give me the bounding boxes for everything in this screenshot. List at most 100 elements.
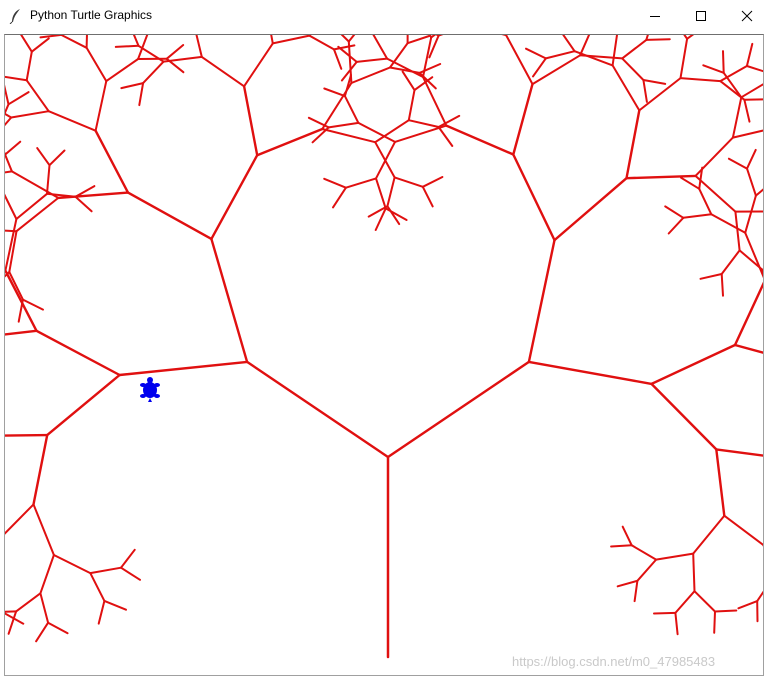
branch: [406, 35, 431, 45]
branch: [32, 503, 55, 556]
branch: [746, 167, 757, 197]
maximize-button[interactable]: [678, 0, 724, 31]
branch: [5, 75, 28, 82]
branch: [621, 57, 645, 81]
branch: [200, 55, 246, 88]
branch: [337, 45, 358, 63]
branch: [679, 77, 722, 83]
branch: [46, 164, 51, 195]
close-button[interactable]: [724, 0, 770, 31]
branch: [692, 552, 696, 593]
branch: [39, 592, 50, 624]
branch: [625, 174, 697, 180]
branch: [35, 621, 50, 643]
branch: [74, 195, 93, 213]
branch: [5, 329, 38, 336]
branch: [355, 57, 389, 63]
branch: [39, 35, 63, 39]
branch: [10, 110, 50, 119]
branch: [636, 558, 658, 582]
branch: [645, 38, 671, 41]
branch: [85, 35, 88, 49]
branch: [5, 116, 13, 127]
branch: [692, 514, 726, 555]
branch: [407, 119, 440, 128]
branch: [754, 188, 763, 197]
branch: [650, 343, 737, 386]
branch: [165, 44, 185, 60]
branch: [683, 35, 689, 40]
branch: [610, 544, 633, 548]
branch: [118, 360, 249, 377]
branch: [394, 124, 448, 143]
branch: [667, 216, 685, 235]
branch: [737, 600, 759, 610]
branch: [430, 35, 437, 39]
branch: [39, 554, 55, 595]
branch: [25, 50, 33, 82]
branch: [422, 76, 448, 127]
branch: [344, 177, 377, 189]
branch: [625, 109, 641, 180]
branch: [332, 186, 347, 209]
window-title: Python Turtle Graphics: [30, 8, 153, 22]
branch: [421, 185, 434, 208]
watermark: https://blog.csdn.net/m0_47985483: [512, 654, 716, 669]
branch: [372, 35, 389, 60]
branch: [630, 544, 658, 561]
minimize-icon: [650, 15, 660, 17]
branch: [15, 192, 48, 220]
branch: [10, 170, 60, 199]
branch: [407, 89, 416, 122]
branch: [727, 157, 748, 170]
branch: [740, 83, 763, 99]
branch: [5, 503, 35, 535]
title-bar[interactable]: Python Turtle Graphics: [0, 0, 770, 31]
branch: [48, 149, 66, 167]
branch: [731, 129, 763, 139]
branch: [5, 103, 10, 116]
branch: [743, 98, 763, 101]
branch: [437, 35, 444, 37]
branch: [242, 85, 259, 157]
branch: [308, 35, 335, 51]
branch: [562, 35, 576, 53]
branch: [333, 44, 356, 51]
branch: [195, 35, 203, 58]
branch: [664, 205, 685, 219]
branch: [525, 47, 547, 60]
close-icon: [741, 10, 753, 21]
maximize-icon: [696, 10, 706, 21]
branch: [642, 79, 648, 103]
branch: [245, 360, 390, 459]
branch: [323, 87, 346, 98]
branch: [723, 514, 763, 546]
fractal-tree: [5, 35, 763, 659]
branch: [713, 610, 716, 634]
branch: [120, 566, 141, 581]
branch: [7, 91, 30, 106]
branch: [437, 126, 454, 147]
branch: [103, 599, 127, 611]
branch: [5, 170, 13, 174]
branch: [271, 35, 311, 45]
branch: [746, 148, 757, 170]
minimize-button[interactable]: [632, 0, 678, 31]
branch: [308, 35, 312, 37]
branch: [5, 433, 49, 437]
branch: [714, 609, 738, 613]
branch: [393, 176, 424, 188]
branch: [138, 82, 145, 107]
branch: [120, 82, 145, 90]
branch: [573, 50, 614, 67]
branch: [333, 48, 343, 70]
turtle-canvas[interactable]: [5, 35, 763, 675]
branch: [386, 360, 531, 459]
branch: [682, 213, 713, 219]
branch: [653, 611, 677, 615]
branch: [36, 147, 51, 167]
branch: [621, 525, 633, 547]
branch: [505, 35, 534, 86]
branch: [52, 554, 92, 575]
branch: [611, 35, 618, 67]
